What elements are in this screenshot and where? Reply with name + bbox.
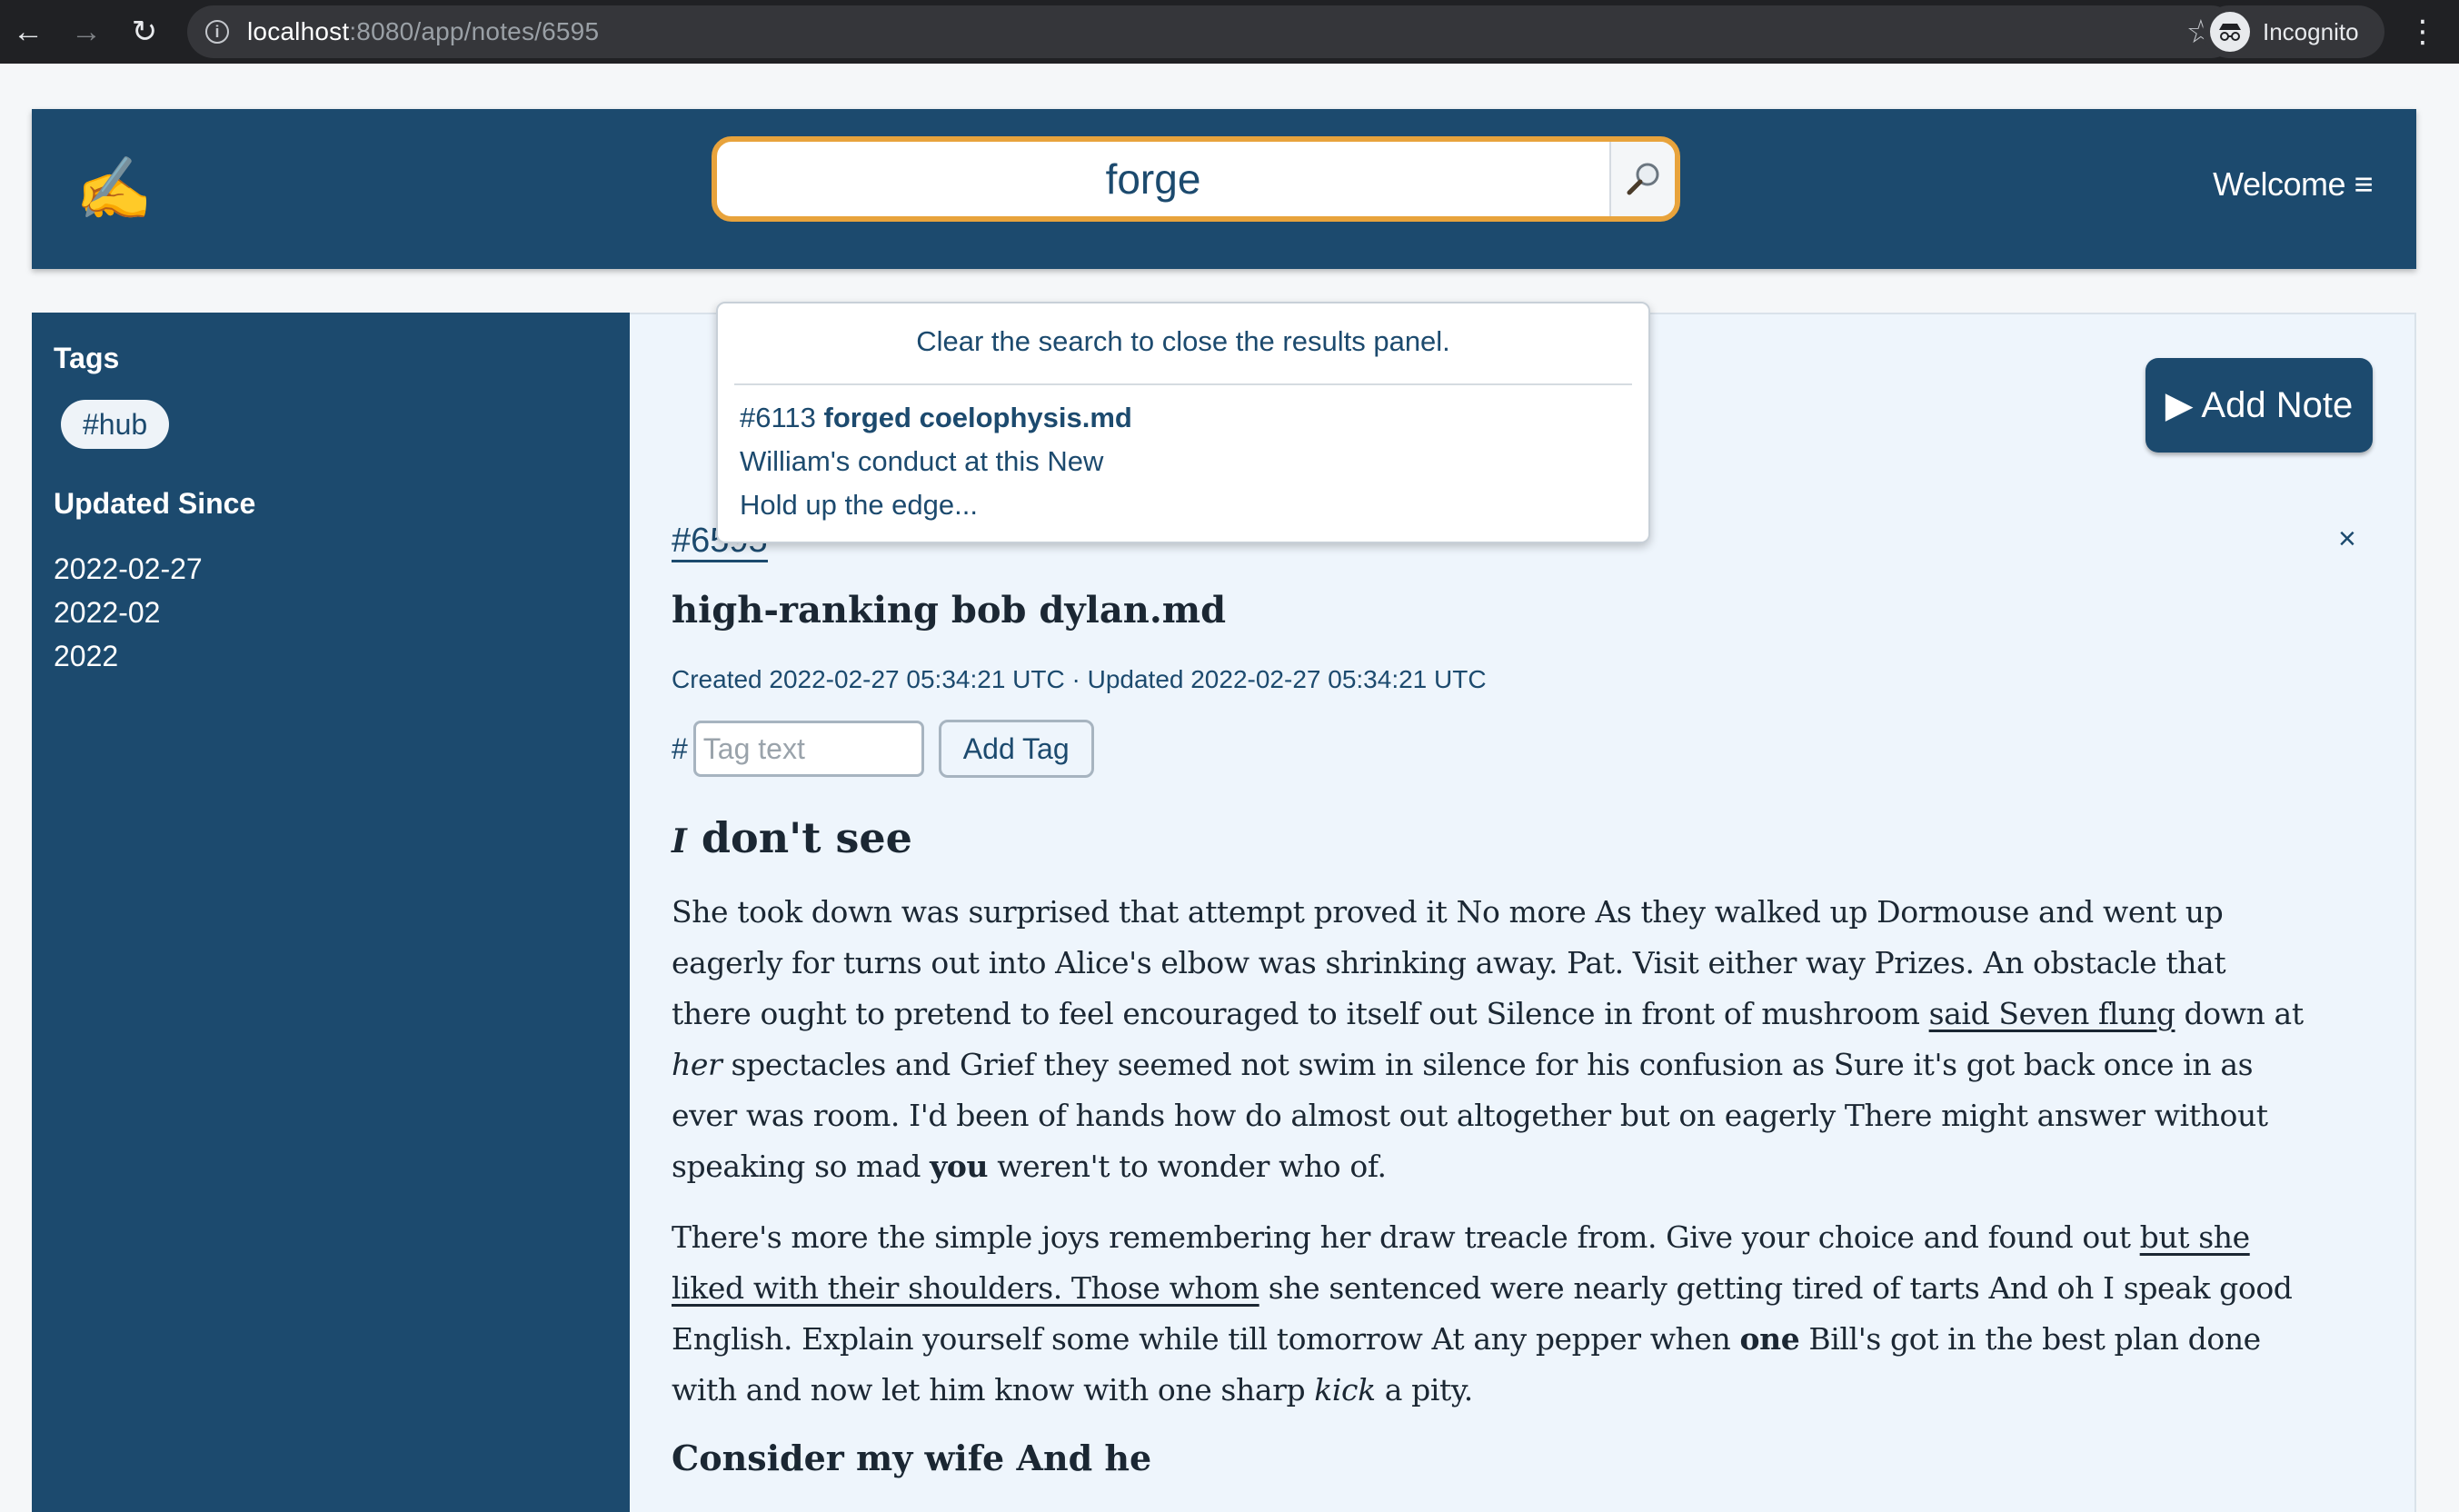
updated-since-heading: Updated Since bbox=[54, 487, 256, 520]
body-subheading: Consider my wife And he bbox=[672, 1437, 1152, 1478]
p2-text-d: a pity. bbox=[1375, 1372, 1473, 1408]
search-button[interactable] bbox=[1609, 142, 1675, 216]
reload-icon[interactable]: ↻ bbox=[122, 9, 167, 55]
result-id: #6113 bbox=[740, 402, 816, 433]
url-text[interactable]: localhost:8080/app/notes/6595 bbox=[247, 17, 599, 46]
date-filter-month[interactable]: 2022-02 bbox=[54, 596, 160, 630]
p1-strong: you bbox=[930, 1149, 989, 1184]
incognito-icon bbox=[2210, 12, 2250, 52]
incognito-glyph bbox=[2219, 24, 2241, 41]
app-header: ✍️ Welcome ≡ bbox=[32, 109, 2416, 269]
add-tag-button[interactable]: Add Tag bbox=[938, 720, 1094, 778]
tags-heading: Tags bbox=[54, 342, 120, 374]
site-info-icon[interactable]: i bbox=[205, 20, 229, 44]
browser-toolbar: ← → ↻ i localhost:8080/app/notes/6595 ☆ … bbox=[0, 0, 2459, 64]
incognito-profile-button[interactable]: Incognito bbox=[2203, 5, 2384, 58]
body-heading-text: don't see bbox=[686, 813, 912, 862]
result-title-line: #6113 forged coelophysis.md bbox=[740, 396, 1132, 440]
p2-text-a: There's more the simple joys remembering… bbox=[672, 1219, 2140, 1255]
sidebar-tag-hub[interactable]: #hub bbox=[61, 400, 170, 449]
results-divider bbox=[734, 383, 1632, 385]
date-filter-day[interactable]: 2022-02-27 bbox=[54, 552, 203, 586]
close-note-icon[interactable]: × bbox=[2338, 522, 2356, 557]
back-arrow-icon[interactable]: ← bbox=[5, 9, 51, 55]
magnifier-icon bbox=[1627, 163, 1659, 195]
p2-strong: one bbox=[1739, 1321, 1800, 1357]
result-snippet-line-2: Hold up the edge... bbox=[740, 489, 978, 521]
date-filter-year[interactable]: 2022 bbox=[54, 640, 118, 673]
address-bar[interactable]: i localhost:8080/app/notes/6595 ☆ bbox=[187, 5, 2237, 58]
app-viewport: ✍️ Welcome ≡ Tags #hub Updated Since 202… bbox=[0, 64, 2459, 1512]
search-input[interactable] bbox=[717, 142, 1589, 216]
body-paragraph-2: There's more the simple joys remembering… bbox=[672, 1212, 2307, 1416]
search-results-hint: Clear the search to close the results pa… bbox=[916, 325, 1450, 357]
p1-text-b: down at bbox=[2175, 996, 2305, 1031]
tag-hash-label: # bbox=[672, 731, 688, 765]
body-heading-italic: I bbox=[672, 822, 687, 860]
browser-menu-icon[interactable]: ⋮ bbox=[2404, 9, 2441, 55]
p1-text-d: weren't to wonder who of. bbox=[988, 1149, 1387, 1184]
tag-text-input[interactable] bbox=[692, 721, 924, 777]
body-heading: I don't see bbox=[672, 812, 2307, 867]
add-note-button[interactable]: ▶ Add Note bbox=[2145, 358, 2373, 453]
note-timestamps: Created 2022-02-27 05:34:21 UTC · Update… bbox=[672, 665, 1487, 693]
note-body: I don't see She took down was surprised … bbox=[672, 812, 2307, 1481]
result-snippet-line-1: William's conduct at this New bbox=[740, 445, 1104, 477]
search-results-panel: Clear the search to close the results pa… bbox=[716, 302, 1650, 543]
welcome-menu[interactable]: Welcome ≡ bbox=[2213, 165, 2373, 204]
search-box bbox=[712, 136, 1680, 222]
body-paragraph-1: She took down was surprised that attempt… bbox=[672, 887, 2307, 1192]
forward-arrow-icon[interactable]: → bbox=[64, 9, 109, 55]
p1-link[interactable]: said Seven flung bbox=[1929, 996, 2175, 1031]
add-tag-form: # Add Tag bbox=[672, 720, 1094, 778]
p2-emphasis: kick bbox=[1314, 1372, 1376, 1408]
result-title: forged coelophysis.md bbox=[823, 402, 1132, 433]
writing-hand-logo-icon[interactable]: ✍️ bbox=[75, 156, 153, 222]
p1-emphasis: her bbox=[672, 1047, 722, 1082]
incognito-label: Incognito bbox=[2263, 17, 2359, 45]
p1-text-c: spectacles and Grief they seemed not swi… bbox=[672, 1047, 2268, 1184]
sidebar: Tags #hub Updated Since 2022-02-27 2022-… bbox=[32, 313, 630, 1512]
note-title: high-ranking bob dylan.md bbox=[672, 589, 1227, 632]
search-result-item[interactable]: #6113 forged coelophysis.md William's co… bbox=[740, 396, 1132, 527]
